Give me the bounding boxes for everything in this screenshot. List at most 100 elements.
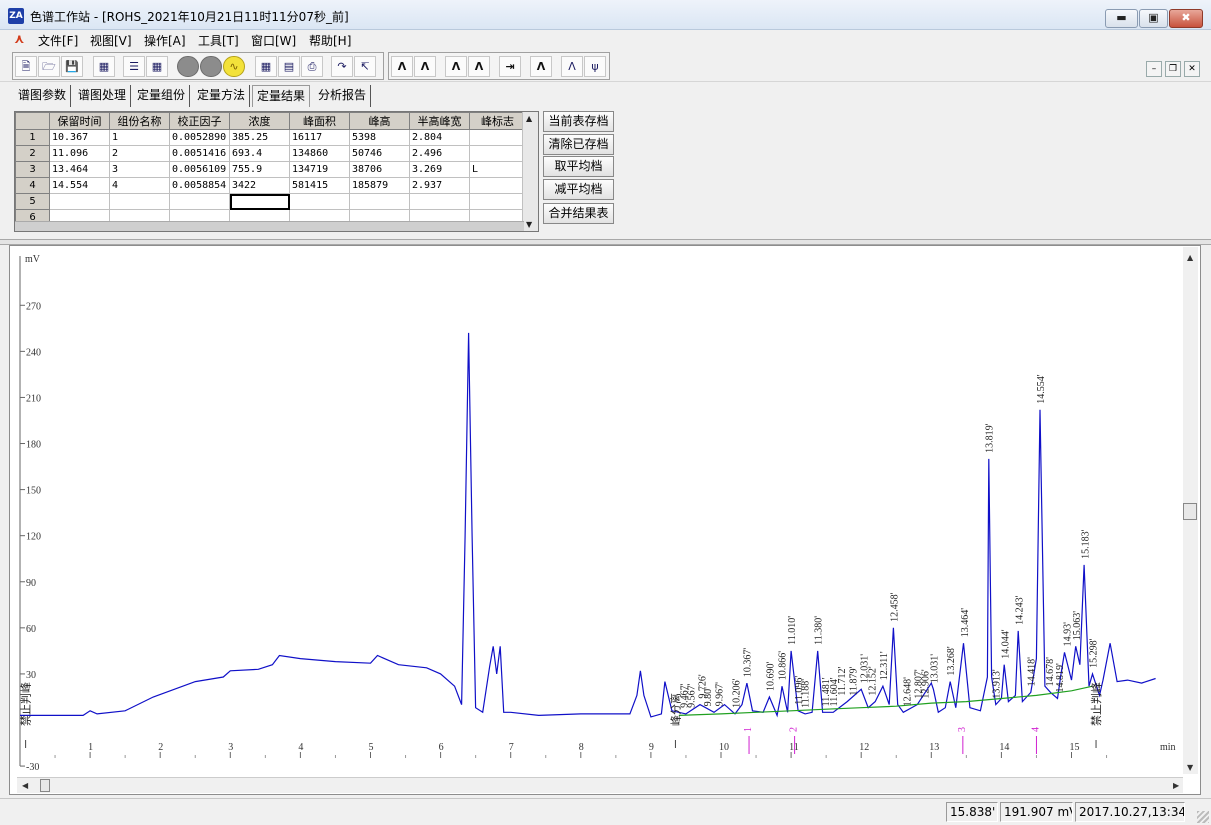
- clear-saved-button[interactable]: 清除已存档: [543, 134, 614, 155]
- chart-scroll-up-icon[interactable]: ▲: [1187, 253, 1193, 262]
- export-icon[interactable]: ↸: [354, 56, 376, 77]
- table-cell[interactable]: 693.4: [229, 145, 290, 162]
- menu-file[interactable]: 文件[F]: [38, 32, 78, 49]
- selected-cell[interactable]: [229, 193, 290, 210]
- row-number[interactable]: 5: [15, 193, 50, 210]
- peak-mark-both-icon[interactable]: ψ: [584, 56, 606, 77]
- grid-icon[interactable]: ▦: [146, 56, 168, 77]
- chart-scroll-down-icon[interactable]: ▼: [1187, 763, 1193, 772]
- menu-window[interactable]: 窗口[W]: [251, 32, 296, 49]
- table-cell[interactable]: [289, 193, 350, 210]
- table-cell[interactable]: [109, 193, 170, 210]
- column-header[interactable]: 浓度: [229, 112, 290, 130]
- clapboard-icon[interactable]: ▦: [93, 56, 115, 77]
- table-cell[interactable]: 755.9: [229, 161, 290, 178]
- table-cell[interactable]: 14.554: [49, 177, 110, 194]
- table-cell[interactable]: [469, 145, 526, 162]
- table-cell[interactable]: 385.25: [229, 129, 290, 146]
- scroll-down-icon[interactable]: ▼: [526, 220, 532, 229]
- print-icon[interactable]: ⎙: [301, 56, 323, 77]
- tab-quant-components[interactable]: 定量组份: [133, 85, 191, 107]
- table-cell[interactable]: [469, 129, 526, 146]
- tab-quant-method[interactable]: 定量方法: [193, 85, 251, 107]
- menu-operation[interactable]: 操作[A]: [144, 32, 186, 49]
- menu-help[interactable]: 帮助[H]: [309, 32, 351, 49]
- row-number[interactable]: 1: [15, 129, 50, 146]
- chart-horizontal-scrollbar[interactable]: [17, 777, 1183, 793]
- table-cell[interactable]: 11.096: [49, 145, 110, 162]
- table-cell[interactable]: 2.937: [409, 177, 470, 194]
- merge-results-button[interactable]: 合并结果表: [543, 203, 614, 224]
- import-icon[interactable]: ↷: [331, 56, 353, 77]
- new-file-icon[interactable]: 🗎: [15, 56, 37, 77]
- table-cell[interactable]: 134860: [289, 145, 350, 162]
- row-number[interactable]: 4: [15, 177, 50, 194]
- table-cell[interactable]: 0.0056109: [169, 161, 230, 178]
- column-header[interactable]: 峰标志: [469, 112, 526, 130]
- row-number[interactable]: 2: [15, 145, 50, 162]
- chart-vertical-scroll-thumb[interactable]: [1183, 503, 1197, 520]
- table-cell[interactable]: 5398: [349, 129, 410, 146]
- table-cell[interactable]: 2.496: [409, 145, 470, 162]
- table-cell[interactable]: 185879: [349, 177, 410, 194]
- reduce-average-button[interactable]: 减平均档: [543, 179, 614, 200]
- tab-analysis-report[interactable]: 分析报告: [314, 85, 372, 107]
- table-cell[interactable]: [409, 193, 470, 210]
- table-cell[interactable]: 3422: [229, 177, 290, 194]
- column-header[interactable]: 保留时间: [49, 112, 110, 130]
- tab-quant-results[interactable]: 定量结果: [252, 85, 311, 107]
- chromatogram-chart[interactable]: mV-303060901201501802102402701 2 3 4 5 6 7 8 9 10…: [10, 246, 1184, 776]
- table-cell[interactable]: 581415: [289, 177, 350, 194]
- table-cell[interactable]: 50746: [349, 145, 410, 162]
- results-grid[interactable]: 保留时间 组份名称 校正因子 浓度 峰面积 峰高 半高峰宽 峰标志 1 10.3…: [14, 111, 539, 232]
- table-cell[interactable]: L: [469, 161, 526, 178]
- table-cell[interactable]: 0.0058854: [169, 177, 230, 194]
- table-cell[interactable]: 16117: [289, 129, 350, 146]
- column-header[interactable]: 峰高: [349, 112, 410, 130]
- row-number[interactable]: 3: [15, 161, 50, 178]
- zoom-chart-icon[interactable]: Λ: [530, 56, 552, 77]
- table-cell[interactable]: 1: [109, 129, 170, 146]
- menu-tools[interactable]: 工具[T]: [198, 32, 239, 49]
- column-header[interactable]: 校正因子: [169, 112, 230, 130]
- table-cell[interactable]: 10.367: [49, 129, 110, 146]
- table-cell[interactable]: 13.464: [49, 161, 110, 178]
- table-cell[interactable]: 2: [109, 145, 170, 162]
- pause-circle-icon[interactable]: [200, 56, 222, 77]
- peak-table-icon[interactable]: ☰: [123, 56, 145, 77]
- close-button[interactable]: ✖: [1169, 9, 1203, 28]
- stop-circle-icon[interactable]: [177, 56, 199, 77]
- column-header[interactable]: 组份名称: [109, 112, 170, 130]
- minimize-button[interactable]: ▬: [1105, 9, 1138, 28]
- chart-view-d-icon[interactable]: Λ: [468, 56, 490, 77]
- scroll-up-icon[interactable]: ▲: [526, 114, 532, 123]
- report-icon[interactable]: ▤: [278, 56, 300, 77]
- table-cell[interactable]: 0.0051416: [169, 145, 230, 162]
- chromatogram-panel[interactable]: mV -30 30 60 90 120 150 180 210 240 270 1 2 3 4 5 6 7 8 9 10…: [9, 245, 1201, 795]
- resize-grip-icon[interactable]: [1197, 811, 1209, 823]
- chart-scroll-left-icon[interactable]: ◀: [22, 781, 28, 790]
- maximize-button[interactable]: ▣: [1139, 9, 1168, 28]
- chart-horizontal-scroll-thumb[interactable]: [40, 779, 50, 792]
- chart-view-a-icon[interactable]: Λ: [391, 56, 413, 77]
- column-header[interactable]: 峰面积: [289, 112, 350, 130]
- calculator-icon[interactable]: ▦: [255, 56, 277, 77]
- take-average-button[interactable]: 取平均档: [543, 156, 614, 177]
- chart-view-c-icon[interactable]: Λ: [445, 56, 467, 77]
- run-circle-icon[interactable]: ∿: [223, 56, 245, 77]
- save-icon[interactable]: 💾: [61, 56, 83, 77]
- table-cell[interactable]: [49, 193, 110, 210]
- peak-mark-icon[interactable]: Λ: [561, 56, 583, 77]
- table-cell[interactable]: [469, 193, 526, 210]
- table-cell[interactable]: 38706: [349, 161, 410, 178]
- table-cell[interactable]: [469, 177, 526, 194]
- tab-chart-params[interactable]: 谱图参数: [14, 85, 72, 107]
- menu-view[interactable]: 视图[V]: [90, 32, 132, 49]
- goto-end-icon[interactable]: ⇥: [499, 56, 521, 77]
- grid-horizontal-scrollbar[interactable]: [15, 221, 524, 231]
- table-cell[interactable]: 2.804: [409, 129, 470, 146]
- save-current-table-button[interactable]: 当前表存档: [543, 111, 614, 132]
- table-cell[interactable]: 134719: [289, 161, 350, 178]
- table-cell[interactable]: 0.0052890: [169, 129, 230, 146]
- tab-chart-processing[interactable]: 谱图处理: [74, 85, 132, 107]
